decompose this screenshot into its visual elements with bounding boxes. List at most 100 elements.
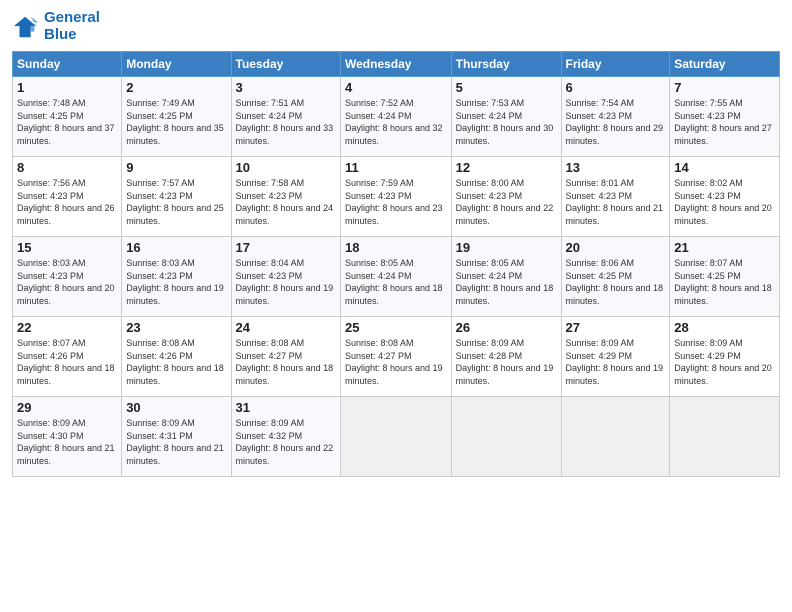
day-number: 11 [345, 160, 447, 175]
day-number: 28 [674, 320, 775, 335]
week-row-1: 1 Sunrise: 7:48 AMSunset: 4:25 PMDaylight… [13, 77, 780, 157]
day-cell [670, 397, 780, 477]
day-number: 30 [126, 400, 226, 415]
day-number: 15 [17, 240, 117, 255]
day-info: Sunrise: 8:07 AMSunset: 4:26 PMDaylight:… [17, 337, 117, 387]
day-info: Sunrise: 8:03 AMSunset: 4:23 PMDaylight:… [126, 257, 226, 307]
day-info: Sunrise: 7:59 AMSunset: 4:23 PMDaylight:… [345, 177, 447, 227]
day-cell: 19 Sunrise: 8:05 AMSunset: 4:24 PMDayligh… [451, 237, 561, 317]
day-info: Sunrise: 7:58 AMSunset: 4:23 PMDaylight:… [236, 177, 336, 227]
day-number: 18 [345, 240, 447, 255]
day-number: 26 [456, 320, 557, 335]
day-number: 24 [236, 320, 336, 335]
day-number: 10 [236, 160, 336, 175]
day-info: Sunrise: 8:07 AMSunset: 4:25 PMDaylight:… [674, 257, 775, 307]
day-number: 7 [674, 80, 775, 95]
day-number: 2 [126, 80, 226, 95]
day-cell: 9 Sunrise: 7:57 AMSunset: 4:23 PMDaylight… [122, 157, 231, 237]
day-info: Sunrise: 7:54 AMSunset: 4:23 PMDaylight:… [566, 97, 666, 147]
day-cell: 29Sunrise: 8:09 AMSunset: 4:30 PMDayligh… [13, 397, 122, 477]
day-number: 13 [566, 160, 666, 175]
day-cell: 18 Sunrise: 8:05 AMSunset: 4:24 PMDayligh… [341, 237, 452, 317]
header-row: SundayMondayTuesdayWednesdayThursdayFrid… [13, 52, 780, 77]
day-info: Sunrise: 8:08 AMSunset: 4:27 PMDaylight:… [236, 337, 336, 387]
day-cell: 27 Sunrise: 8:09 AMSunset: 4:29 PMDayligh… [561, 317, 670, 397]
day-info: Sunrise: 8:02 AMSunset: 4:23 PMDaylight:… [674, 177, 775, 227]
day-number: 27 [566, 320, 666, 335]
week-row-4: 22 Sunrise: 8:07 AMSunset: 4:26 PMDayligh… [13, 317, 780, 397]
week-row-5: 29Sunrise: 8:09 AMSunset: 4:30 PMDayligh… [13, 397, 780, 477]
header-cell-wednesday: Wednesday [341, 52, 452, 77]
day-info: Sunrise: 7:57 AMSunset: 4:23 PMDaylight:… [126, 177, 226, 227]
day-cell [561, 397, 670, 477]
day-cell: 10 Sunrise: 7:58 AMSunset: 4:23 PMDayligh… [231, 157, 340, 237]
day-info: Sunrise: 8:09 AMSunset: 4:28 PMDaylight:… [456, 337, 557, 387]
day-cell: 17 Sunrise: 8:04 AMSunset: 4:23 PMDayligh… [231, 237, 340, 317]
day-cell: 2Sunrise: 7:49 AMSunset: 4:25 PMDaylight… [122, 77, 231, 157]
day-cell: 22 Sunrise: 8:07 AMSunset: 4:26 PMDayligh… [13, 317, 122, 397]
day-number: 1 [17, 80, 117, 95]
day-info: Sunrise: 8:08 AMSunset: 4:27 PMDaylight:… [345, 337, 447, 387]
day-number: 31 [236, 400, 336, 415]
day-cell: 21Sunrise: 8:07 AMSunset: 4:25 PMDayligh… [670, 237, 780, 317]
day-number: 16 [126, 240, 226, 255]
day-cell: 28Sunrise: 8:09 AMSunset: 4:29 PMDayligh… [670, 317, 780, 397]
day-info: Sunrise: 7:48 AMSunset: 4:25 PMDaylight:… [17, 97, 117, 147]
day-number: 22 [17, 320, 117, 335]
day-number: 8 [17, 160, 117, 175]
header-cell-tuesday: Tuesday [231, 52, 340, 77]
day-info: Sunrise: 8:09 AMSunset: 4:30 PMDaylight:… [17, 417, 117, 467]
day-info: Sunrise: 7:52 AMSunset: 4:24 PMDaylight:… [345, 97, 447, 147]
day-cell: 24 Sunrise: 8:08 AMSunset: 4:27 PMDayligh… [231, 317, 340, 397]
header-cell-saturday: Saturday [670, 52, 780, 77]
day-number: 4 [345, 80, 447, 95]
day-cell: 5 Sunrise: 7:53 AMSunset: 4:24 PMDaylight… [451, 77, 561, 157]
day-number: 19 [456, 240, 557, 255]
day-cell: 4 Sunrise: 7:52 AMSunset: 4:24 PMDaylight… [341, 77, 452, 157]
day-number: 20 [566, 240, 666, 255]
week-row-3: 15 Sunrise: 8:03 AMSunset: 4:23 PMDayligh… [13, 237, 780, 317]
day-info: Sunrise: 8:08 AMSunset: 4:26 PMDaylight:… [126, 337, 226, 387]
page-container: General Blue SundayMondayTuesdayWednesda… [0, 0, 792, 485]
day-cell: 8Sunrise: 7:56 AMSunset: 4:23 PMDaylight… [13, 157, 122, 237]
header-cell-thursday: Thursday [451, 52, 561, 77]
day-info: Sunrise: 8:04 AMSunset: 4:23 PMDaylight:… [236, 257, 336, 307]
day-number: 25 [345, 320, 447, 335]
day-cell: 14 Sunrise: 8:02 AMSunset: 4:23 PMDayligh… [670, 157, 780, 237]
day-info: Sunrise: 7:51 AMSunset: 4:24 PMDaylight:… [236, 97, 336, 147]
header-cell-friday: Friday [561, 52, 670, 77]
day-number: 9 [126, 160, 226, 175]
header: General Blue [12, 10, 780, 43]
day-info: Sunrise: 8:09 AMSunset: 4:32 PMDaylight:… [236, 417, 336, 467]
logo-text: General Blue [44, 10, 100, 43]
day-info: Sunrise: 8:00 AMSunset: 4:23 PMDaylight:… [456, 177, 557, 227]
day-cell: 23 Sunrise: 8:08 AMSunset: 4:26 PMDayligh… [122, 317, 231, 397]
day-info: Sunrise: 8:05 AMSunset: 4:24 PMDaylight:… [345, 257, 447, 307]
logo-icon [12, 13, 40, 41]
day-cell: 15 Sunrise: 8:03 AMSunset: 4:23 PMDayligh… [13, 237, 122, 317]
day-info: Sunrise: 7:53 AMSunset: 4:24 PMDaylight:… [456, 97, 557, 147]
header-cell-monday: Monday [122, 52, 231, 77]
day-info: Sunrise: 8:06 AMSunset: 4:25 PMDaylight:… [566, 257, 666, 307]
day-number: 3 [236, 80, 336, 95]
day-number: 5 [456, 80, 557, 95]
day-number: 12 [456, 160, 557, 175]
day-cell: 25 Sunrise: 8:08 AMSunset: 4:27 PMDayligh… [341, 317, 452, 397]
day-number: 23 [126, 320, 226, 335]
header-cell-sunday: Sunday [13, 52, 122, 77]
day-cell: 7Sunrise: 7:55 AMSunset: 4:23 PMDaylight… [670, 77, 780, 157]
day-number: 17 [236, 240, 336, 255]
calendar-table: SundayMondayTuesdayWednesdayThursdayFrid… [12, 51, 780, 477]
day-cell: 31 Sunrise: 8:09 AMSunset: 4:32 PMDayligh… [231, 397, 340, 477]
day-info: Sunrise: 8:09 AMSunset: 4:29 PMDaylight:… [566, 337, 666, 387]
logo: General Blue [12, 10, 100, 43]
week-row-2: 8Sunrise: 7:56 AMSunset: 4:23 PMDaylight… [13, 157, 780, 237]
day-cell [451, 397, 561, 477]
day-info: Sunrise: 8:05 AMSunset: 4:24 PMDaylight:… [456, 257, 557, 307]
day-cell: 26 Sunrise: 8:09 AMSunset: 4:28 PMDayligh… [451, 317, 561, 397]
day-number: 14 [674, 160, 775, 175]
day-cell: 20 Sunrise: 8:06 AMSunset: 4:25 PMDayligh… [561, 237, 670, 317]
day-cell: 12 Sunrise: 8:00 AMSunset: 4:23 PMDayligh… [451, 157, 561, 237]
day-cell: 1 Sunrise: 7:48 AMSunset: 4:25 PMDaylight… [13, 77, 122, 157]
day-info: Sunrise: 8:03 AMSunset: 4:23 PMDaylight:… [17, 257, 117, 307]
